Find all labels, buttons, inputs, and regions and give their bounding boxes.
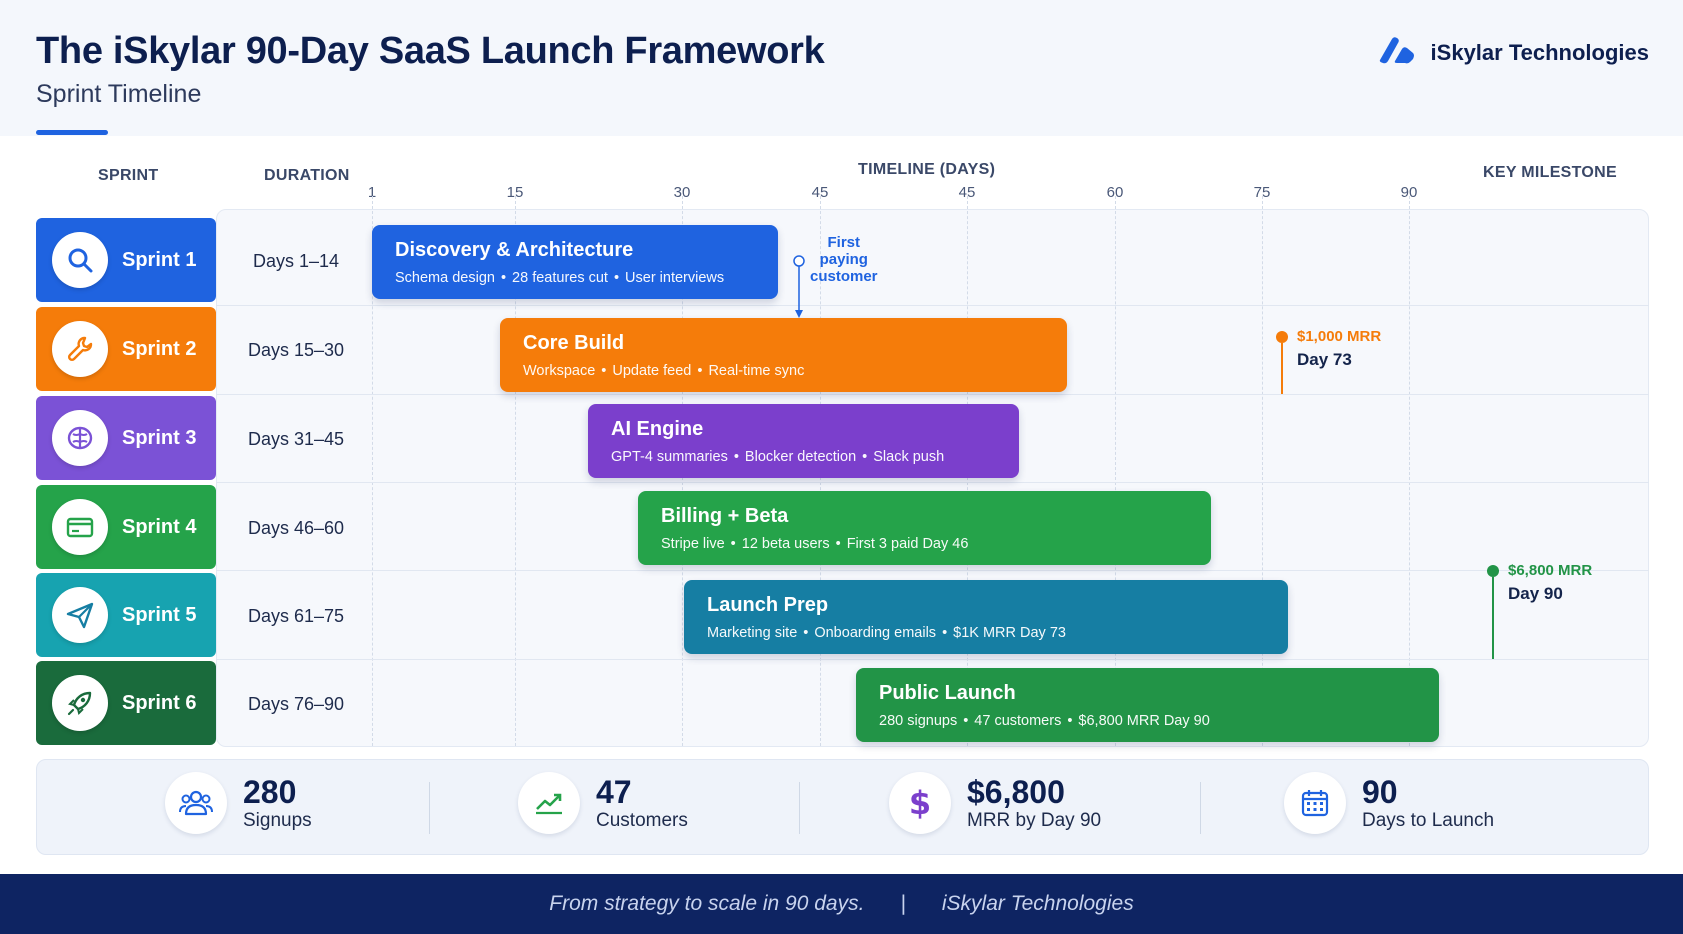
stat-value: 47 bbox=[596, 774, 632, 810]
stat-days: 90 Days to Launch bbox=[1284, 772, 1494, 834]
stat-divider bbox=[429, 782, 430, 834]
milestone-6800-mrr: $6,800 MRR Day 90 bbox=[1508, 562, 1593, 603]
stat-signups: 280 Signups bbox=[165, 772, 312, 834]
dollar-icon: $ bbox=[889, 772, 951, 834]
stat-label: Days to Launch bbox=[1362, 810, 1495, 831]
stat-value: $6,800 bbox=[967, 774, 1065, 810]
milestone-first-customer: First paying customer bbox=[810, 234, 878, 285]
milestone-first-customer-marker bbox=[793, 255, 805, 318]
stat-value: 280 bbox=[243, 774, 297, 810]
stats-bar: 280 Signups 47 Customers $ $6,800 MRR by Da… bbox=[36, 759, 1649, 855]
stat-divider bbox=[799, 782, 800, 834]
footer-tagline: From strategy to scale in 90 days. bbox=[549, 892, 865, 915]
footer-separator: | bbox=[900, 892, 906, 915]
milestone-6800-mrr-marker bbox=[1487, 565, 1499, 659]
users-icon bbox=[165, 772, 227, 834]
milestone-1000-mrr-marker bbox=[1276, 331, 1288, 394]
stat-divider bbox=[1200, 782, 1201, 834]
footer: From strategy to scale in 90 days. | iSk… bbox=[0, 874, 1683, 934]
stat-label: MRR by Day 90 bbox=[967, 810, 1102, 831]
milestone-1000-mrr: $1,000 MRR Day 73 bbox=[1297, 328, 1382, 369]
calendar-icon bbox=[1284, 772, 1346, 834]
stat-label: Signups bbox=[243, 810, 312, 831]
stat-label: Customers bbox=[596, 810, 688, 831]
trending-up-icon bbox=[518, 772, 580, 834]
stat-customers: 47 Customers bbox=[518, 772, 688, 834]
stat-value: 90 bbox=[1362, 774, 1398, 810]
footer-company: iSkylar Technologies bbox=[941, 892, 1134, 915]
stat-mrr: $ $6,800 MRR by Day 90 bbox=[889, 772, 1101, 834]
